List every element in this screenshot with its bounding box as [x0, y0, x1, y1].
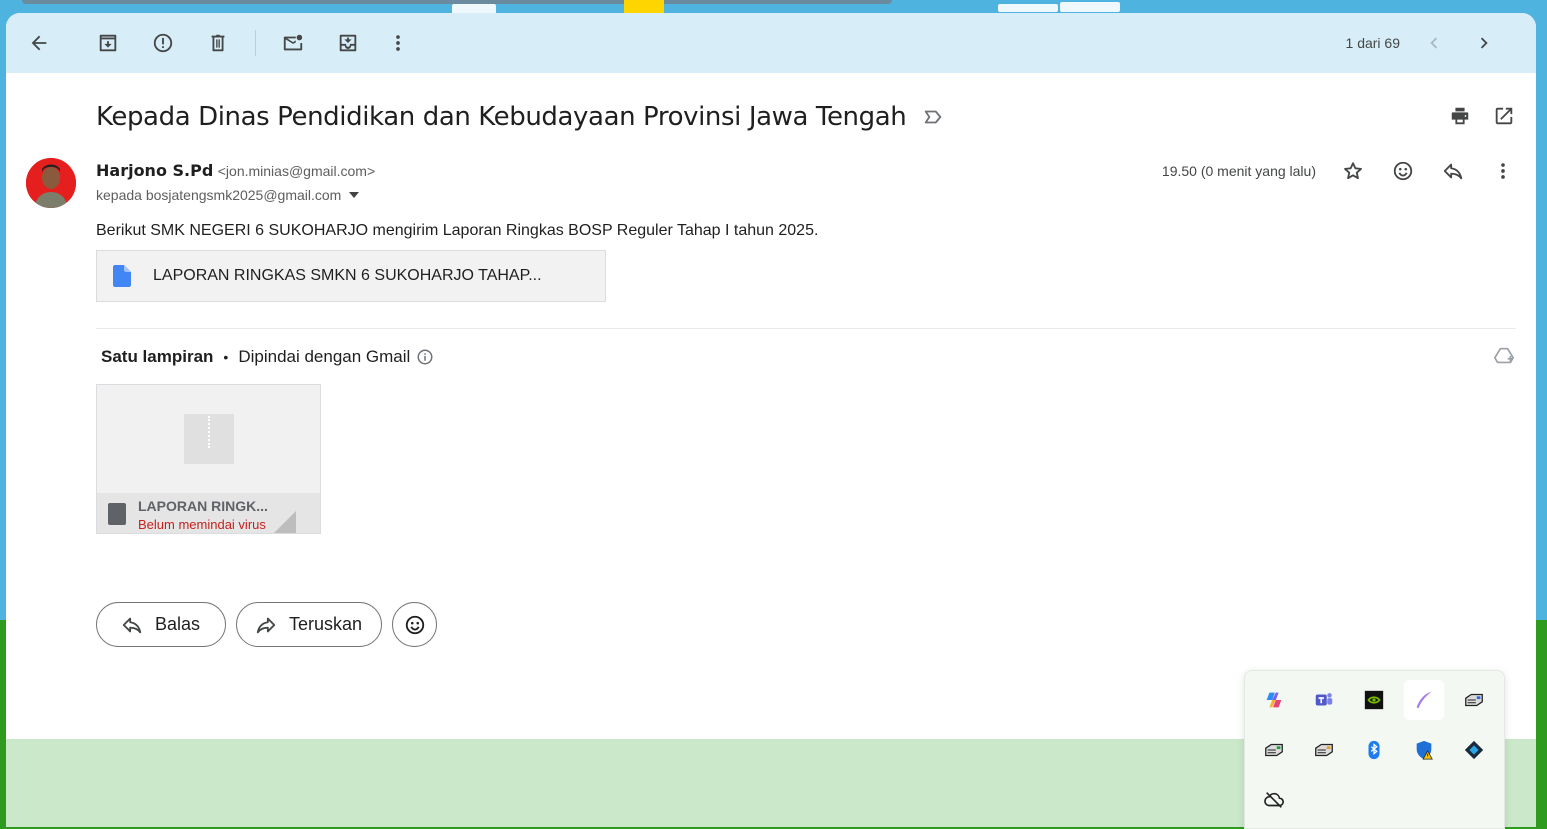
- background-cloud: [1060, 2, 1120, 12]
- attachment-card[interactable]: LAPORAN RINGK... Belum memindai virus: [96, 384, 321, 534]
- scan-label: Dipindai dengan Gmail: [238, 347, 411, 366]
- archive-icon: [99, 34, 117, 52]
- security-warning-icon: [1416, 740, 1433, 760]
- avatar[interactable]: [26, 158, 76, 208]
- attachments-header: Satu lampiran • Dipindai dengan Gmail: [101, 347, 434, 367]
- mark-unread-icon: [283, 34, 303, 51]
- attachment-footer: LAPORAN RINGK... Belum memindai virus: [97, 493, 320, 533]
- attachments-divider: [96, 328, 1516, 329]
- tray-app[interactable]: [1304, 730, 1344, 770]
- newer-button[interactable]: [1418, 27, 1450, 59]
- more-vert-icon: [1501, 163, 1505, 179]
- tray-onedrive[interactable]: [1254, 780, 1294, 820]
- report-spam-button[interactable]: [147, 27, 179, 59]
- reply-button[interactable]: Balas: [96, 602, 226, 647]
- reply-icon-button[interactable]: [1439, 157, 1467, 185]
- sender-line: Harjono S.Pd <jon.minias@gmail.com>: [96, 161, 375, 181]
- move-to-button[interactable]: [332, 27, 364, 59]
- chevron-left-icon: [1430, 37, 1438, 49]
- delete-button[interactable]: [202, 27, 234, 59]
- open-new-window-button[interactable]: [1490, 102, 1518, 130]
- star-icon: [1344, 162, 1362, 180]
- separator-dot: •: [223, 349, 229, 365]
- emoji-reaction-button[interactable]: [392, 602, 437, 647]
- info-icon[interactable]: [416, 348, 434, 366]
- attachment-count: Satu lampiran: [101, 347, 214, 366]
- reply-icon: [122, 617, 142, 633]
- pager-count: 1 dari 69: [1345, 35, 1400, 51]
- toolbar: 1 dari 69: [6, 13, 1536, 73]
- reply-icon: [1443, 163, 1463, 180]
- star-button[interactable]: [1339, 157, 1367, 185]
- forward-label: Teruskan: [289, 614, 363, 634]
- reply-label: Balas: [155, 614, 201, 634]
- drive-doc-link[interactable]: LAPORAN RINGKAS SMKN 6 SUKOHARJO TAHAP..…: [96, 250, 606, 302]
- subject-row: Kepada Dinas Pendidikan dan Kebudayaan P…: [96, 99, 944, 135]
- teams-icon: [1315, 693, 1333, 706]
- label-icon[interactable]: [922, 106, 944, 128]
- sender-name[interactable]: Harjono S.Pd: [96, 161, 213, 180]
- system-tray-overflow: [1244, 670, 1505, 829]
- print-button[interactable]: [1446, 102, 1474, 130]
- delete-icon: [211, 34, 225, 52]
- email-subject: Kepada Dinas Pendidikan dan Kebudayaan P…: [96, 102, 907, 132]
- tray-teams[interactable]: [1304, 680, 1344, 720]
- add-to-drive-icon: [1494, 347, 1514, 364]
- tray-bluetooth[interactable]: [1354, 730, 1394, 770]
- attachment-name: LAPORAN RINGK...: [138, 498, 268, 514]
- show-details-caret-icon[interactable]: [349, 192, 360, 198]
- app-icon: [1465, 693, 1483, 707]
- app-icon: [1265, 743, 1283, 757]
- save-to-drive-button[interactable]: [1490, 342, 1518, 370]
- message-more-button[interactable]: [1489, 157, 1517, 185]
- older-button[interactable]: [1468, 27, 1500, 59]
- app-icon: [1315, 743, 1333, 757]
- archive-button[interactable]: [92, 27, 124, 59]
- onedrive-offline-icon: [1264, 792, 1284, 808]
- copilot-icon: [1266, 692, 1282, 708]
- emoji-icon: [1393, 161, 1413, 181]
- email-timestamp: 19.50 (0 menit yang lalu): [1161, 163, 1316, 179]
- more-options-button[interactable]: [382, 27, 414, 59]
- app-icon: [1464, 740, 1484, 760]
- print-icon: [1451, 107, 1469, 125]
- tray-copilot[interactable]: [1254, 680, 1294, 720]
- background-cloud: [998, 4, 1058, 12]
- nvidia-icon: [1364, 690, 1384, 710]
- doc-link-title: LAPORAN RINGKAS SMKN 6 SUKOHARJO TAHAP..…: [153, 267, 542, 284]
- email-body: Berikut SMK NEGERI 6 SUKOHARJO mengirim …: [96, 222, 819, 239]
- back-button[interactable]: [23, 27, 55, 59]
- tray-app[interactable]: [1254, 730, 1294, 770]
- attachment-preview: [97, 385, 320, 493]
- archive-file-icon: [108, 503, 126, 525]
- avatar-photo: [26, 158, 76, 208]
- google-docs-icon: [113, 265, 131, 287]
- back-icon: [31, 35, 47, 51]
- forward-button[interactable]: Teruskan: [236, 602, 382, 647]
- move-to-icon: [339, 34, 357, 52]
- sender-email: <jon.minias@gmail.com>: [217, 163, 376, 179]
- tray-app[interactable]: [1454, 680, 1494, 720]
- toolbar-divider: [255, 30, 256, 56]
- emoji-icon: [405, 615, 424, 634]
- add-reaction-button[interactable]: [1389, 157, 1417, 185]
- forward-icon: [256, 617, 276, 633]
- corner-fold: [272, 511, 296, 533]
- pen-icon: [1416, 691, 1432, 709]
- recipient-line: kepada bosjatengsmk2025@gmail.com: [96, 187, 360, 203]
- tray-app[interactable]: [1454, 730, 1494, 770]
- mark-unread-button[interactable]: [277, 27, 309, 59]
- chevron-right-icon: [1480, 37, 1488, 49]
- tray-nvidia[interactable]: [1354, 680, 1394, 720]
- open-in-new-icon: [1495, 107, 1513, 125]
- report-spam-icon: [153, 33, 173, 53]
- bluetooth-icon: [1368, 740, 1380, 760]
- more-vert-icon: [396, 35, 400, 51]
- tray-pen[interactable]: [1404, 680, 1444, 720]
- zip-file-icon: [184, 414, 234, 464]
- tray-security[interactable]: [1404, 730, 1444, 770]
- virus-scan-status: Belum memindai virus: [138, 517, 266, 532]
- recipient-text: kepada bosjatengsmk2025@gmail.com: [96, 187, 342, 203]
